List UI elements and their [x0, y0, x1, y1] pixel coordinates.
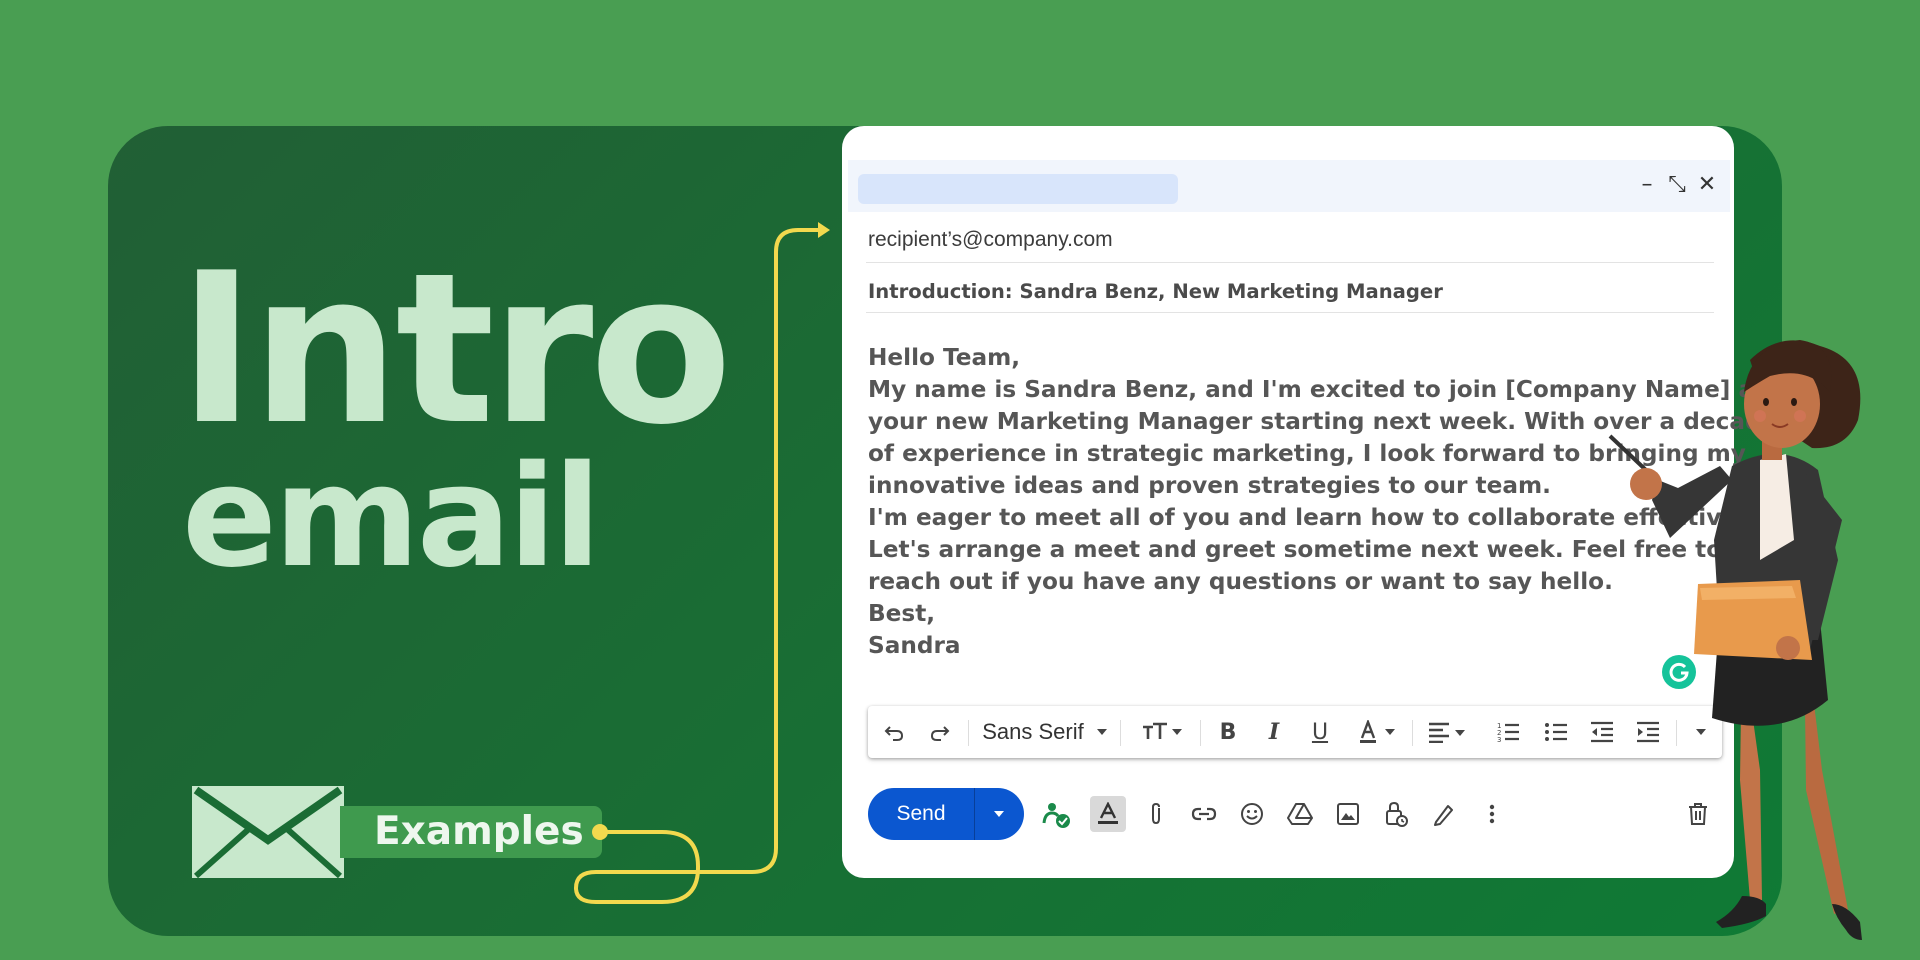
presenter-illustration [1608, 340, 1862, 940]
